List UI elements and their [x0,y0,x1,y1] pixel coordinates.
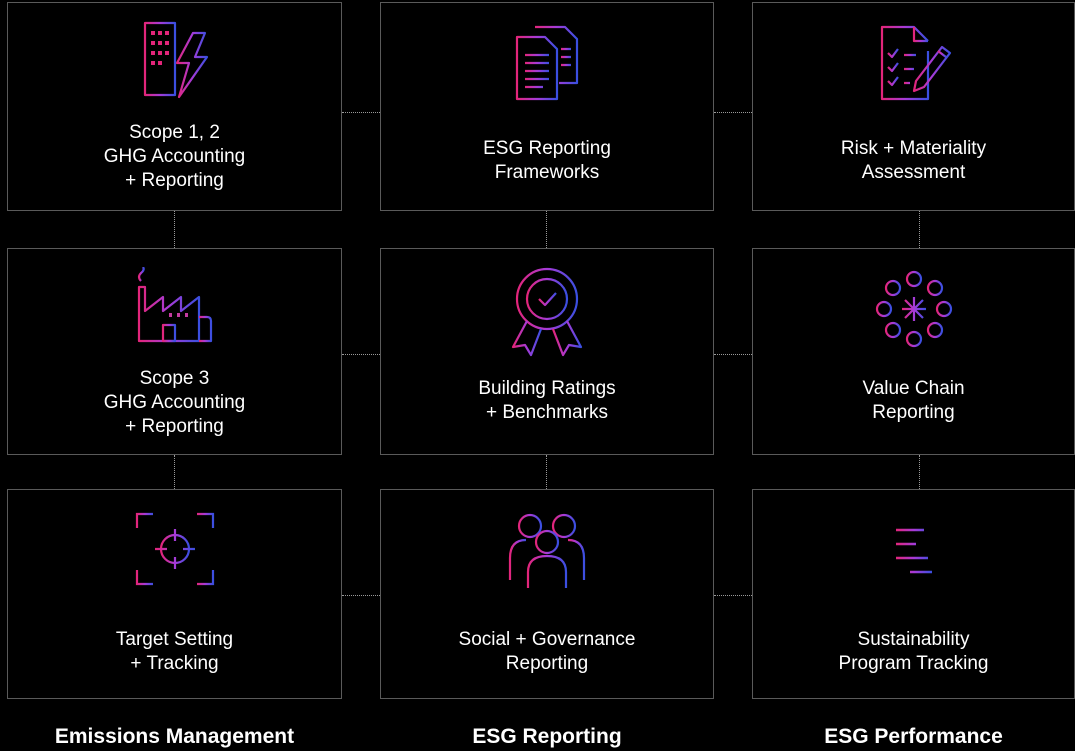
card-label: Target Setting + Tracking [115,629,234,674]
card-value-chain: Value Chain Reporting [752,248,1075,455]
connector-r2-c1-c2 [342,354,380,355]
card-label: Scope 3 GHG Accounting + Reporting [103,368,246,437]
card-label: Sustainability Program Tracking [838,629,989,674]
card-label: ESG Reporting Frameworks [483,138,611,183]
award-ribbon-icon [511,267,583,357]
connector-c2-r1-r2 [546,211,547,248]
card-esg-frameworks: ESG Reporting Frameworks [380,2,714,211]
connector-r3-c1-c2 [342,595,380,596]
column-title-esg-reporting: ESG Reporting [472,725,622,748]
card-scope-1-2: Scope 1, 2 GHG Accounting + Reporting [7,2,342,211]
card-label: Scope 1, 2 GHG Accounting + Reporting [103,122,246,191]
target-crosshair-icon [135,512,214,586]
connector-r1-c2-c3 [714,112,752,113]
card-building-ratings: Building Ratings + Benchmarks [380,248,714,455]
connector-r3-c2-c3 [714,595,752,596]
card-label: Risk + Materiality Assessment [840,138,987,183]
connector-c3-r2-r3 [919,455,920,489]
card-label: Building Ratings + Benchmarks [478,378,616,423]
card-label: Value Chain Reporting [862,378,965,423]
connector-c1-r1-r2 [174,211,175,248]
card-program-tracking: Sustainability Program Tracking [752,489,1075,699]
checklist-pen-icon [880,25,951,101]
connector-r2-c2-c3 [714,354,752,355]
people-group-icon [508,513,586,588]
value-chain-network-icon [875,270,952,348]
card-label: Social + Governance Reporting [458,629,636,674]
connector-c3-r1-r2 [919,211,920,248]
column-title-emissions-management: Emissions Management [54,725,295,748]
card-risk-materiality: Risk + Materiality Assessment [752,2,1075,211]
connector-c2-r2-r3 [546,455,547,489]
building-lightning-icon [143,21,208,99]
card-target-setting: Target Setting + Tracking [7,489,342,699]
connector-c1-r2-r3 [174,455,175,489]
program-tracking-icon [876,514,951,590]
documents-icon [515,25,579,101]
connector-r1-c1-c2 [342,112,380,113]
card-social-governance: Social + Governance Reporting [380,489,714,699]
card-scope-3: Scope 3 GHG Accounting + Reporting [7,248,342,455]
factory-icon [137,267,212,343]
column-title-esg-performance: ESG Performance [824,725,1003,748]
